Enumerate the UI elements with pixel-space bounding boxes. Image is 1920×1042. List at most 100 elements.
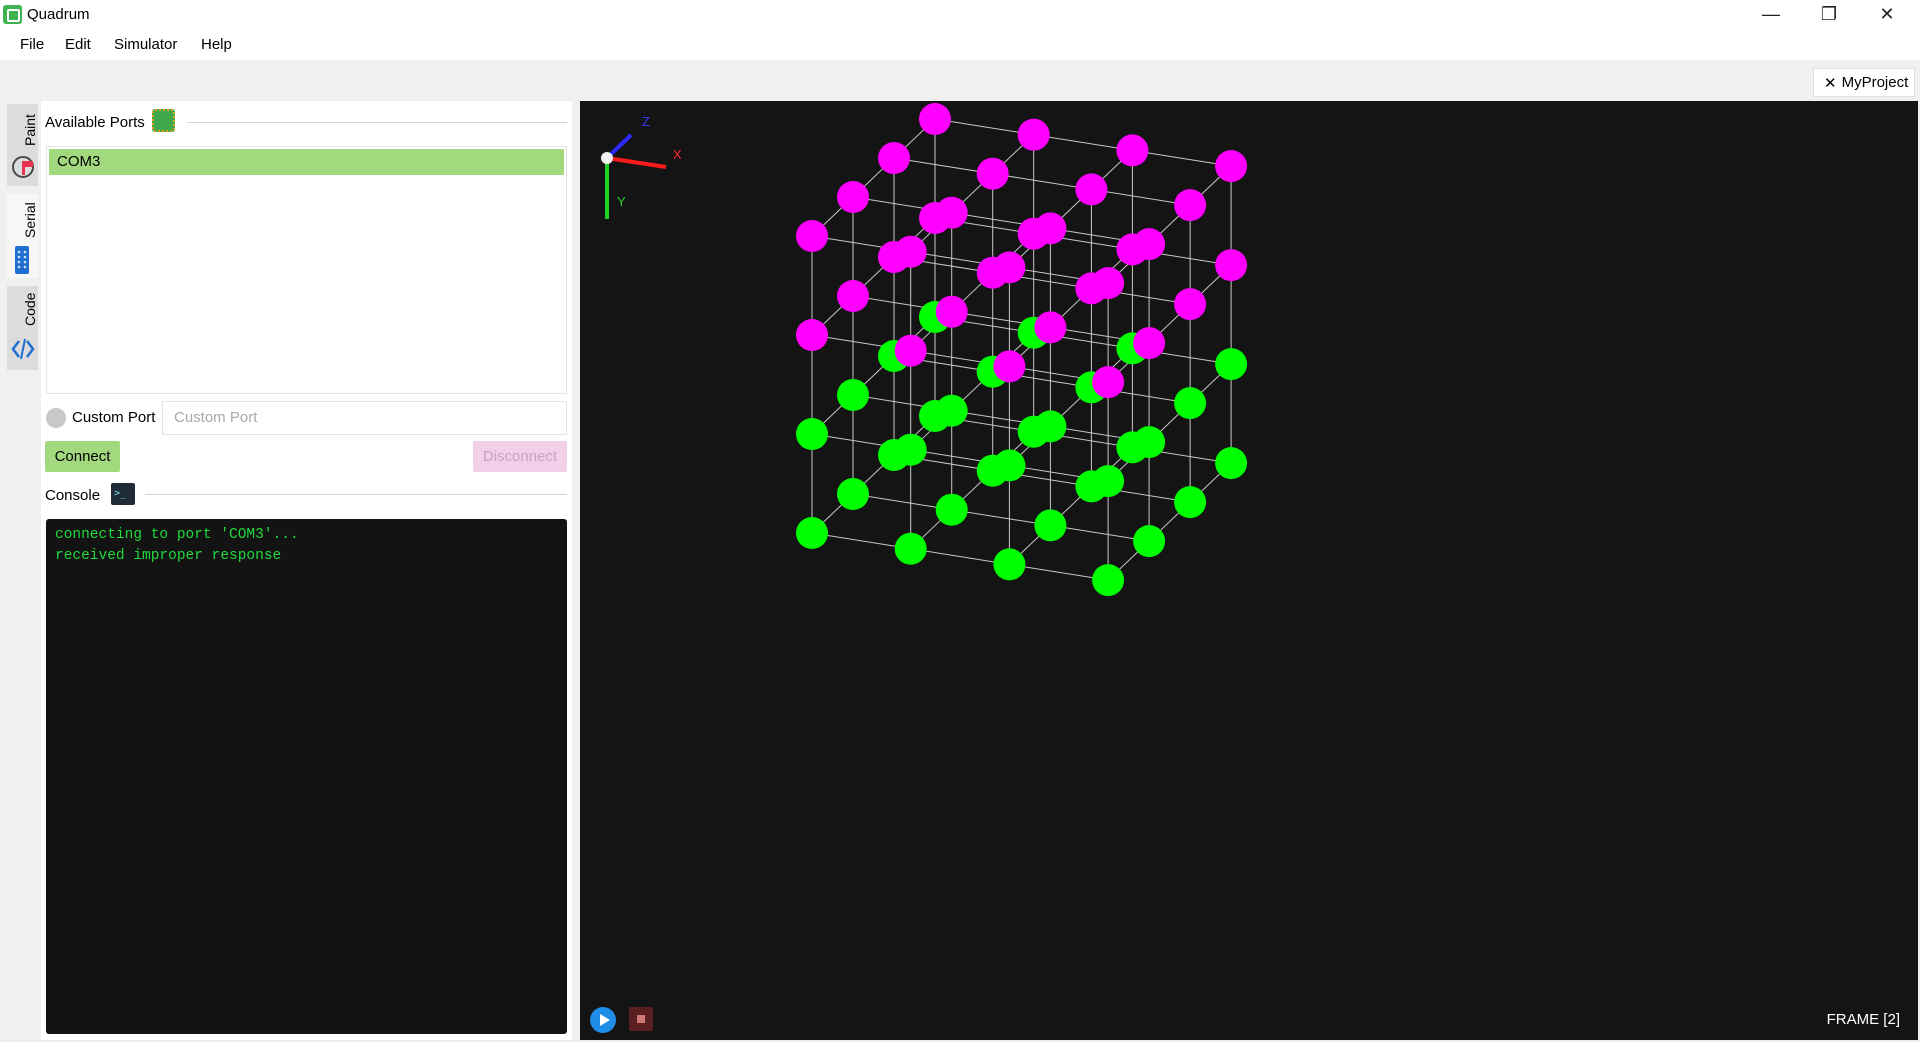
- led-voxel[interactable]: [1215, 447, 1248, 480]
- led-voxel[interactable]: [796, 517, 828, 549]
- led-voxel[interactable]: [993, 251, 1026, 284]
- console-output[interactable]: connecting to port 'COM3'... received im…: [46, 519, 567, 1034]
- close-tab-icon[interactable]: ✕: [1824, 74, 1837, 92]
- cube-grid: [811, 118, 1232, 581]
- stop-button[interactable]: [629, 1007, 653, 1031]
- frame-indicator: FRAME [2]: [1826, 1011, 1900, 1028]
- led-voxel[interactable]: [894, 532, 927, 565]
- custom-port-input[interactable]: Custom Port: [162, 401, 567, 435]
- cube-leds: [796, 103, 1248, 597]
- led-voxel[interactable]: [894, 433, 927, 466]
- led-voxel[interactable]: [1215, 150, 1248, 183]
- led-voxel[interactable]: [1092, 366, 1125, 399]
- led-voxel[interactable]: [1092, 267, 1125, 300]
- led-voxel[interactable]: [1174, 288, 1207, 321]
- led-voxel[interactable]: [919, 103, 951, 135]
- grid-line: [852, 493, 1150, 542]
- tab-code-label: Code: [22, 292, 38, 326]
- led-voxel[interactable]: [878, 142, 910, 174]
- led-voxel[interactable]: [993, 350, 1026, 383]
- minimize-button[interactable]: —: [1742, 0, 1800, 29]
- led-voxel[interactable]: [935, 196, 968, 229]
- menu-bar: File Edit Simulator Help: [0, 29, 1920, 60]
- console-title: Console: [45, 487, 101, 504]
- section-divider: [187, 122, 567, 123]
- led-voxel[interactable]: [1034, 509, 1067, 542]
- led-voxel[interactable]: [1017, 118, 1050, 151]
- grid-line: [852, 394, 1150, 443]
- grid-line: [1009, 249, 1133, 367]
- axis-origin: [601, 152, 613, 164]
- led-voxel[interactable]: [1133, 327, 1166, 360]
- led-voxel[interactable]: [935, 493, 968, 526]
- close-window-button[interactable]: ✕: [1858, 0, 1916, 29]
- ports-list[interactable]: COM3: [46, 146, 567, 394]
- led-voxel[interactable]: [894, 334, 927, 367]
- maximize-button[interactable]: ❐: [1800, 0, 1858, 29]
- led-voxel[interactable]: [935, 295, 968, 328]
- menu-edit[interactable]: Edit: [65, 36, 91, 53]
- port-item-com3[interactable]: COM3: [49, 149, 564, 175]
- led-voxel[interactable]: [1174, 387, 1207, 420]
- led-voxel[interactable]: [1075, 173, 1108, 206]
- led-voxel[interactable]: [1133, 228, 1166, 261]
- led-voxel[interactable]: [796, 319, 828, 351]
- led-voxel[interactable]: [1092, 564, 1125, 597]
- led-voxel[interactable]: [1034, 212, 1067, 245]
- window-title: Quadrum: [27, 6, 90, 23]
- led-voxel[interactable]: [1174, 486, 1207, 519]
- led-voxel[interactable]: [993, 548, 1026, 581]
- grid-line: [811, 334, 1109, 383]
- led-voxel[interactable]: [935, 394, 968, 427]
- section-divider: [145, 494, 567, 495]
- grid-line: [1107, 363, 1232, 482]
- custom-port-radio[interactable]: [46, 408, 66, 428]
- tab-serial-label: Serial: [22, 202, 38, 238]
- grid-line: [811, 316, 936, 435]
- led-voxel[interactable]: [837, 280, 869, 312]
- grid-line: [811, 532, 1109, 581]
- led-voxel[interactable]: [1174, 189, 1207, 222]
- led-voxel[interactable]: [1133, 525, 1166, 558]
- led-voxel[interactable]: [1092, 465, 1125, 498]
- led-voxel[interactable]: [837, 181, 869, 213]
- cube-viewport[interactable]: X Y Z FRAME [2]: [580, 101, 1918, 1040]
- led-voxel[interactable]: [796, 220, 828, 252]
- cube-scene: X Y Z: [601, 103, 1248, 597]
- led-voxel[interactable]: [796, 418, 828, 450]
- led-voxel[interactable]: [837, 379, 869, 411]
- led-voxel[interactable]: [1034, 311, 1067, 344]
- grid-line: [811, 415, 936, 534]
- app-window: Quadrum — ❐ ✕ File Edit Simulator Help ✕…: [0, 0, 1920, 1042]
- project-tab[interactable]: ✕ MyProject: [1813, 68, 1915, 97]
- led-voxel[interactable]: [1215, 348, 1248, 381]
- connect-button[interactable]: Connect: [45, 441, 120, 472]
- grid-line: [934, 118, 1232, 167]
- play-button[interactable]: [590, 1007, 616, 1033]
- grid-line: [852, 196, 1150, 245]
- led-voxel[interactable]: [993, 449, 1026, 482]
- grid-line: [852, 295, 1150, 344]
- available-ports-title: Available Ports: [45, 114, 145, 131]
- grid-line: [893, 256, 1191, 305]
- menu-simulator[interactable]: Simulator: [114, 36, 177, 53]
- custom-port-label: Custom Port: [72, 409, 156, 426]
- axis-gizmo: X Y Z: [601, 114, 682, 219]
- led-voxel[interactable]: [1034, 410, 1067, 443]
- led-voxel[interactable]: [1215, 249, 1248, 282]
- disconnect-button[interactable]: Disconnect: [473, 441, 567, 472]
- tab-code[interactable]: Code: [7, 286, 38, 370]
- tab-paint[interactable]: Paint: [7, 104, 38, 186]
- project-tab-label: MyProject: [1841, 74, 1909, 91]
- y-axis-label: Y: [617, 194, 626, 209]
- led-voxel[interactable]: [894, 235, 927, 268]
- led-voxel[interactable]: [1116, 134, 1149, 167]
- grid-line: [811, 118, 936, 237]
- menu-file[interactable]: File: [20, 36, 44, 53]
- led-voxel[interactable]: [837, 478, 869, 510]
- menu-help[interactable]: Help: [201, 36, 232, 53]
- tab-serial[interactable]: Serial: [7, 194, 38, 278]
- led-voxel[interactable]: [976, 157, 1009, 190]
- led-voxel[interactable]: [1133, 426, 1166, 459]
- z-axis-label: Z: [642, 114, 650, 129]
